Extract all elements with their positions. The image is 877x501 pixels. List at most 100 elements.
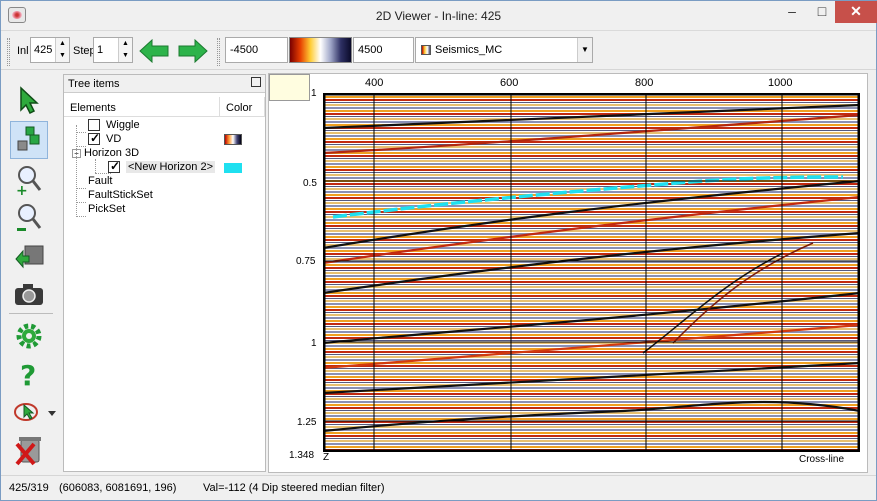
- zoom-in-icon: +: [16, 166, 42, 196]
- y-tick-label: 1: [311, 88, 317, 99]
- close-button[interactable]: ✕: [835, 1, 877, 23]
- tree-guide: [76, 188, 86, 189]
- inl-value: 425: [34, 44, 53, 56]
- settings-gear-icon: [16, 323, 42, 349]
- x-tick-label: 400: [365, 77, 384, 89]
- vd-color-swatch[interactable]: [224, 134, 242, 145]
- x-tick-label: 1000: [768, 77, 793, 89]
- tree-panel: Tree items Elements Color Wiggle VD −Hor…: [63, 74, 266, 472]
- y-tick-label: 1.25: [297, 417, 317, 428]
- elements-column-header[interactable]: Elements: [64, 97, 220, 117]
- draw-tool-button[interactable]: [10, 393, 60, 431]
- color-column-label: Color: [226, 102, 253, 114]
- tree-guide: [76, 202, 86, 203]
- seismic-viewer[interactable]: 400 600 800 1000 1 0.5 0.75 1 1.25 1.348: [268, 73, 868, 473]
- color-bar[interactable]: [289, 37, 352, 63]
- tree-item-horizon3d[interactable]: − Horizon 3D: [72, 147, 139, 161]
- vd-checkbox[interactable]: [88, 131, 100, 146]
- restore-icon[interactable]: [251, 77, 261, 87]
- y-tick-label: 1.348: [289, 450, 315, 461]
- tree-item-label: Fault: [88, 175, 113, 187]
- toolbar: Inl 425 ▲ ▼ Step 1 ▲ ▼ -4500 4500 Seismics…: [1, 32, 876, 70]
- view-cubes-icon: [17, 126, 40, 151]
- snapshot-button[interactable]: [10, 275, 48, 313]
- zoom-out-icon: [17, 204, 42, 231]
- tree-item-label: <New Horizon 2>: [126, 161, 215, 173]
- zoom-out-button[interactable]: [10, 199, 48, 237]
- color-column-header[interactable]: Color: [220, 97, 265, 117]
- toolbar-grip[interactable]: [217, 38, 220, 66]
- y-tick-label: 0.75: [296, 256, 316, 267]
- tree-item-pickset[interactable]: PickSet: [88, 203, 125, 217]
- tree-item-label: PickSet: [88, 203, 126, 215]
- step-value: 1: [97, 44, 104, 56]
- window-title: 2D Viewer - In-line: 425: [375, 9, 502, 23]
- horizon-color-swatch[interactable]: [224, 163, 242, 173]
- spin-up-icon[interactable]: ▲: [56, 38, 69, 50]
- next-arrow-icon[interactable]: [177, 39, 209, 63]
- help-button[interactable]: ?: [10, 355, 48, 393]
- clip-min-field[interactable]: -4500: [225, 37, 288, 63]
- pointer-arrow-icon: [20, 86, 39, 114]
- inl-spinbox[interactable]: 425 ▲ ▼: [30, 37, 70, 63]
- tree-item-label: VD: [106, 133, 122, 145]
- x-tick-label: 600: [500, 77, 519, 89]
- seismic-section[interactable]: [323, 93, 860, 452]
- z-axis-label: Z: [323, 452, 330, 463]
- x-tick-label: 800: [635, 77, 654, 89]
- wiggle-checkbox[interactable]: [88, 119, 100, 132]
- colortable-select[interactable]: Seismics_MC ▼: [415, 37, 593, 63]
- delete-bin-icon: [15, 437, 41, 466]
- previous-arrow-icon[interactable]: [138, 39, 170, 63]
- flip-button[interactable]: [10, 237, 48, 275]
- viewer-window: 2D Viewer - In-line: 425 – □ ✕ Inl 425 ▲…: [0, 0, 877, 501]
- info-tooltip-box: [269, 74, 310, 101]
- spin-down-icon[interactable]: ▼: [119, 50, 132, 62]
- status-value: Val=-112 (4 Dip steered median filter): [203, 482, 385, 494]
- tree-item-faultstickset[interactable]: FaultStickSet: [88, 189, 153, 203]
- spin-down-icon[interactable]: ▼: [56, 50, 69, 62]
- toolbar-grip[interactable]: [7, 38, 10, 66]
- collapse-icon[interactable]: −: [72, 148, 81, 158]
- help-icon: ?: [20, 359, 36, 389]
- tree-panel-title: Tree items: [68, 78, 120, 90]
- draw-icon: [14, 403, 56, 421]
- pointer-tool-button[interactable]: [10, 81, 48, 119]
- colortable-name: Seismics_MC: [435, 44, 503, 56]
- tree-item-fault[interactable]: Fault: [88, 175, 112, 189]
- crossline-axis-label: Cross-line: [799, 454, 845, 465]
- svg-text:?: ?: [20, 359, 36, 389]
- new-horizon-checkbox[interactable]: [108, 159, 120, 174]
- status-coordinates: (606083, 6081691, 196): [59, 482, 177, 494]
- maximize-button[interactable]: □: [809, 1, 835, 23]
- clip-min-value: -4500: [230, 44, 259, 56]
- tree-item-vd[interactable]: VD: [88, 131, 122, 147]
- camera-icon: [15, 284, 43, 305]
- clip-max-field[interactable]: 4500: [353, 37, 414, 63]
- step-spinbox[interactable]: 1 ▲ ▼: [93, 37, 133, 63]
- settings-button[interactable]: [10, 317, 48, 355]
- clip-max-value: 4500: [358, 44, 383, 56]
- tree-item-label: FaultStickSet: [88, 189, 153, 201]
- minimize-button[interactable]: –: [779, 1, 805, 23]
- view-mode-button[interactable]: [10, 121, 48, 159]
- tree-panel-header: Tree items: [64, 75, 265, 93]
- status-position: 425/319: [9, 482, 49, 494]
- title-bar: 2D Viewer - In-line: 425 – □ ✕: [1, 1, 877, 31]
- tree-item-new-horizon[interactable]: <New Horizon 2>: [108, 159, 215, 175]
- chevron-down-icon[interactable]: ▼: [577, 38, 592, 62]
- y-tick-label: 0.5: [303, 178, 317, 189]
- svg-text:+: +: [16, 183, 28, 196]
- spin-up-icon[interactable]: ▲: [119, 38, 132, 50]
- y-tick-label: 1: [311, 338, 317, 349]
- tree-guide: [95, 159, 96, 173]
- flip-icon: [15, 245, 44, 269]
- colortable-swatch-icon: [421, 45, 431, 55]
- tree-guide: [76, 132, 86, 133]
- delete-button[interactable]: [10, 431, 48, 469]
- status-bar: 425/319 (606083, 6081691, 196) Val=-112 …: [1, 475, 876, 500]
- tool-column: + ?: [1, 73, 63, 473]
- tree-item-label: Horizon 3D: [84, 147, 140, 159]
- zoom-in-button[interactable]: +: [10, 161, 48, 199]
- tree-item-label: Wiggle: [106, 119, 140, 131]
